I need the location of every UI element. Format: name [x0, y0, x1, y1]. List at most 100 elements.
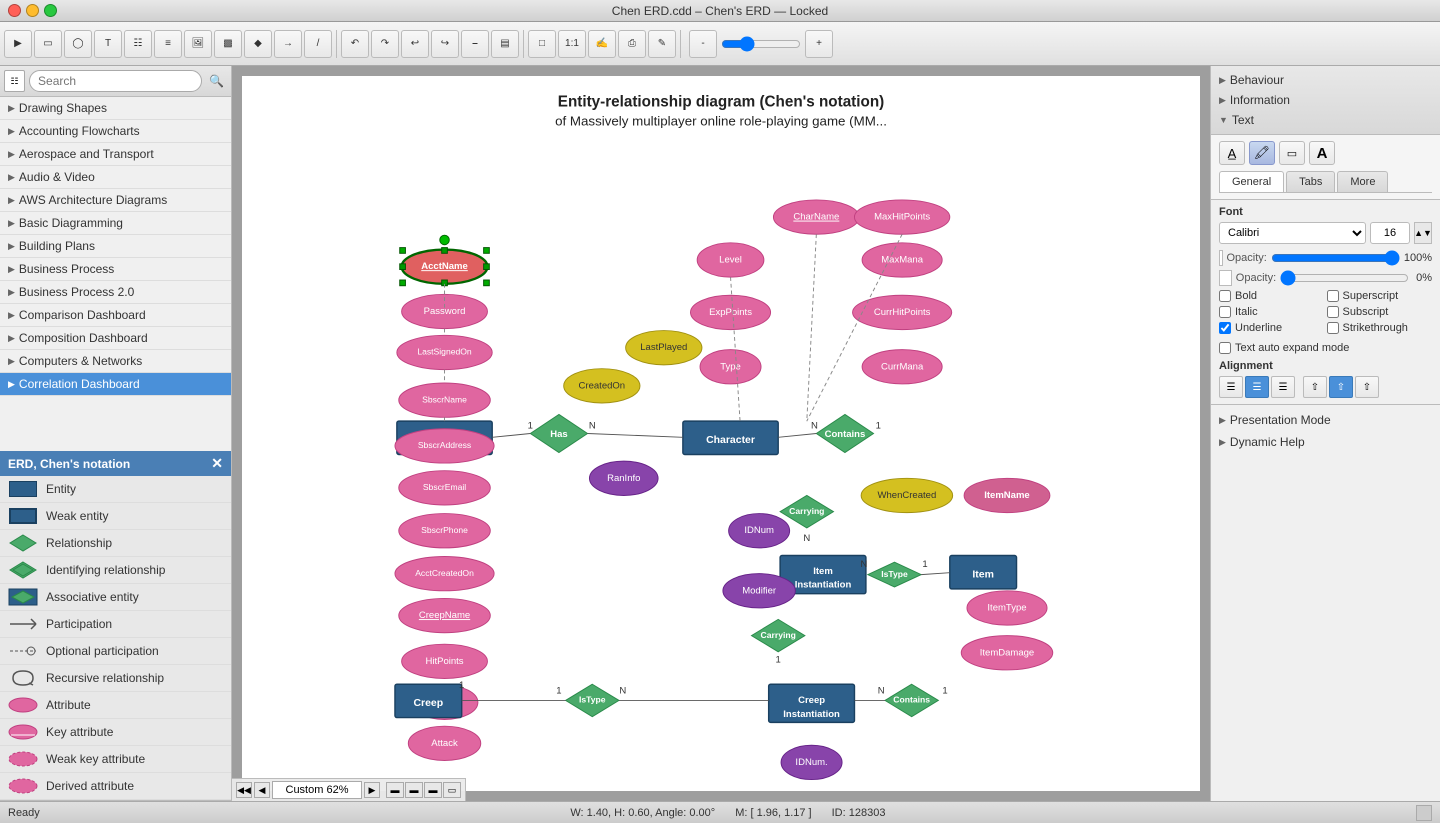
bezier-tool[interactable]: ↷ — [371, 30, 399, 58]
text-color-btn[interactable]: A̲ — [1219, 141, 1245, 165]
category-business[interactable]: ▶ Business Process — [0, 258, 231, 281]
align-left-btn[interactable]: ☰ — [1219, 376, 1243, 398]
search-input[interactable] — [29, 70, 202, 92]
font-size-input[interactable] — [1370, 222, 1410, 244]
page-start-btn[interactable]: ◀◀ — [236, 782, 252, 798]
category-aws[interactable]: ▶ AWS Architecture Diagrams — [0, 189, 231, 212]
arrow-tool[interactable]: → — [274, 30, 302, 58]
zoom-in-btn[interactable]: + — [805, 30, 833, 58]
erd-item-recursive[interactable]: Recursive relationship — [0, 665, 231, 692]
zoom-actual-tool[interactable]: 1:1 — [558, 30, 586, 58]
font-family-select[interactable]: Calibri — [1219, 222, 1366, 244]
select-tool[interactable]: ▶ — [4, 30, 32, 58]
line-tool[interactable]: / — [304, 30, 332, 58]
waypoint-tool[interactable]: ▤ — [491, 30, 519, 58]
canvas-area[interactable]: Entity-relationship diagram (Chen's nota… — [232, 66, 1210, 801]
category-basic[interactable]: ▶ Basic Diagramming — [0, 212, 231, 235]
canvas[interactable]: Entity-relationship diagram (Chen's nota… — [242, 76, 1200, 791]
rect-tool[interactable]: ▭ — [34, 30, 62, 58]
erd-item-participation[interactable]: Participation — [0, 611, 231, 638]
auto-expand-checkbox[interactable] — [1219, 342, 1231, 354]
category-computers[interactable]: ▶ Computers & Networks — [0, 350, 231, 373]
italic-checkbox[interactable] — [1219, 306, 1231, 318]
subscript-checkbox[interactable] — [1327, 306, 1339, 318]
category-building[interactable]: ▶ Building Plans — [0, 235, 231, 258]
grid-view-btn[interactable]: ☷ — [4, 70, 25, 92]
category-composition[interactable]: ▶ Composition Dashboard — [0, 327, 231, 350]
zoom-slider[interactable] — [721, 37, 801, 51]
section-text[interactable]: ▼ Text — [1219, 110, 1432, 130]
hand-tool[interactable]: ✍ — [588, 30, 616, 58]
chart-tool[interactable]: ▩ — [214, 30, 242, 58]
print-tool[interactable]: ⎙ — [618, 30, 646, 58]
opacity-slider-2[interactable] — [1280, 272, 1409, 284]
erd-item-weak-entity[interactable]: Weak entity — [0, 503, 231, 530]
category-comparison[interactable]: ▶ Comparison Dashboard — [0, 304, 231, 327]
resize-handle[interactable] — [1416, 805, 1432, 821]
image-tool[interactable]: 🖼 — [184, 30, 212, 58]
text-highlight-btn[interactable]: 🖍 — [1249, 141, 1275, 165]
minimize-button[interactable] — [26, 4, 39, 17]
close-button[interactable] — [8, 4, 21, 17]
view-mode-4[interactable]: ▭ — [443, 782, 461, 798]
undo-btn[interactable]: ↩ — [401, 30, 429, 58]
category-aerospace[interactable]: ▶ Aerospace and Transport — [0, 143, 231, 166]
font-size-stepper[interactable]: ▲▼ — [1414, 222, 1432, 244]
presentation-mode-option[interactable]: ▶ Presentation Mode — [1211, 409, 1440, 431]
align-center-btn[interactable]: ☰ — [1245, 376, 1269, 398]
connector-tool[interactable]: ⎯ — [461, 30, 489, 58]
text-large-btn[interactable]: A — [1309, 141, 1335, 165]
pen-tool[interactable]: ✎ — [648, 30, 676, 58]
maximize-button[interactable] — [44, 4, 57, 17]
bold-checkbox[interactable] — [1219, 290, 1231, 302]
tab-tabs[interactable]: Tabs — [1286, 171, 1335, 192]
align-middle-btn[interactable]: ⇧ — [1329, 376, 1353, 398]
erd-item-attribute[interactable]: Attribute — [0, 692, 231, 719]
tab-general[interactable]: General — [1219, 171, 1284, 192]
category-business2[interactable]: ▶ Business Process 2.0 — [0, 281, 231, 304]
erd-item-associative[interactable]: Associative entity — [0, 584, 231, 611]
align-right-btn[interactable]: ☰ — [1271, 376, 1295, 398]
opacity-slider-1[interactable] — [1271, 252, 1400, 264]
section-behaviour[interactable]: ▶ Behaviour — [1219, 70, 1432, 90]
category-drawing-shapes[interactable]: ▶ Drawing Shapes — [0, 97, 231, 120]
color-box-2[interactable] — [1219, 270, 1232, 286]
view-mode-1[interactable]: ▬ — [386, 782, 404, 798]
erd-header[interactable]: ERD, Chen's notation ✕ — [0, 451, 231, 476]
strikethrough-checkbox[interactable] — [1327, 322, 1339, 334]
category-correlation[interactable]: ▶ Correlation Dashboard — [0, 373, 231, 396]
align-top-btn[interactable]: ⇧ — [1303, 376, 1327, 398]
zoom-fit-tool[interactable]: □ — [528, 30, 556, 58]
category-audio[interactable]: ▶ Audio & Video — [0, 166, 231, 189]
list-tool[interactable]: ≡ — [154, 30, 182, 58]
curve-tool[interactable]: ↶ — [341, 30, 369, 58]
text-box-btn[interactable]: ▭ — [1279, 141, 1305, 165]
section-information[interactable]: ▶ Information — [1219, 90, 1432, 110]
rotation-handle[interactable] — [440, 235, 450, 245]
tab-more[interactable]: More — [1337, 171, 1388, 192]
erd-close-btn[interactable]: ✕ — [211, 455, 223, 472]
erd-item-derived[interactable]: Derived attribute — [0, 773, 231, 800]
redo-btn[interactable]: ↪ — [431, 30, 459, 58]
dynamic-help-option[interactable]: ▶ Dynamic Help — [1211, 431, 1440, 453]
shape-tool[interactable]: ◆ — [244, 30, 272, 58]
table-tool[interactable]: ☷ — [124, 30, 152, 58]
view-mode-3[interactable]: ▬ — [424, 782, 442, 798]
ellipse-tool[interactable]: ◯ — [64, 30, 92, 58]
view-mode-2[interactable]: ▬ — [405, 782, 423, 798]
search-icon[interactable]: 🔍 — [206, 70, 227, 92]
erd-item-entity[interactable]: Entity — [0, 476, 231, 503]
underline-checkbox[interactable] — [1219, 322, 1231, 334]
zoom-out-btn[interactable]: - — [689, 30, 717, 58]
text-tool[interactable]: T — [94, 30, 122, 58]
erd-item-relationship[interactable]: Relationship — [0, 530, 231, 557]
erd-item-identifying[interactable]: Identifying relationship — [0, 557, 231, 584]
page-prev-btn[interactable]: ◀ — [254, 782, 270, 798]
erd-item-weak-key[interactable]: Weak key attribute — [0, 746, 231, 773]
erd-item-optional[interactable]: Optional participation — [0, 638, 231, 665]
superscript-checkbox[interactable] — [1327, 290, 1339, 302]
page-next-btn[interactable]: ▶ — [364, 782, 380, 798]
category-accounting[interactable]: ▶ Accounting Flowcharts — [0, 120, 231, 143]
erd-item-key-attr[interactable]: Key attribute — [0, 719, 231, 746]
align-bottom-btn[interactable]: ⇧ — [1355, 376, 1379, 398]
